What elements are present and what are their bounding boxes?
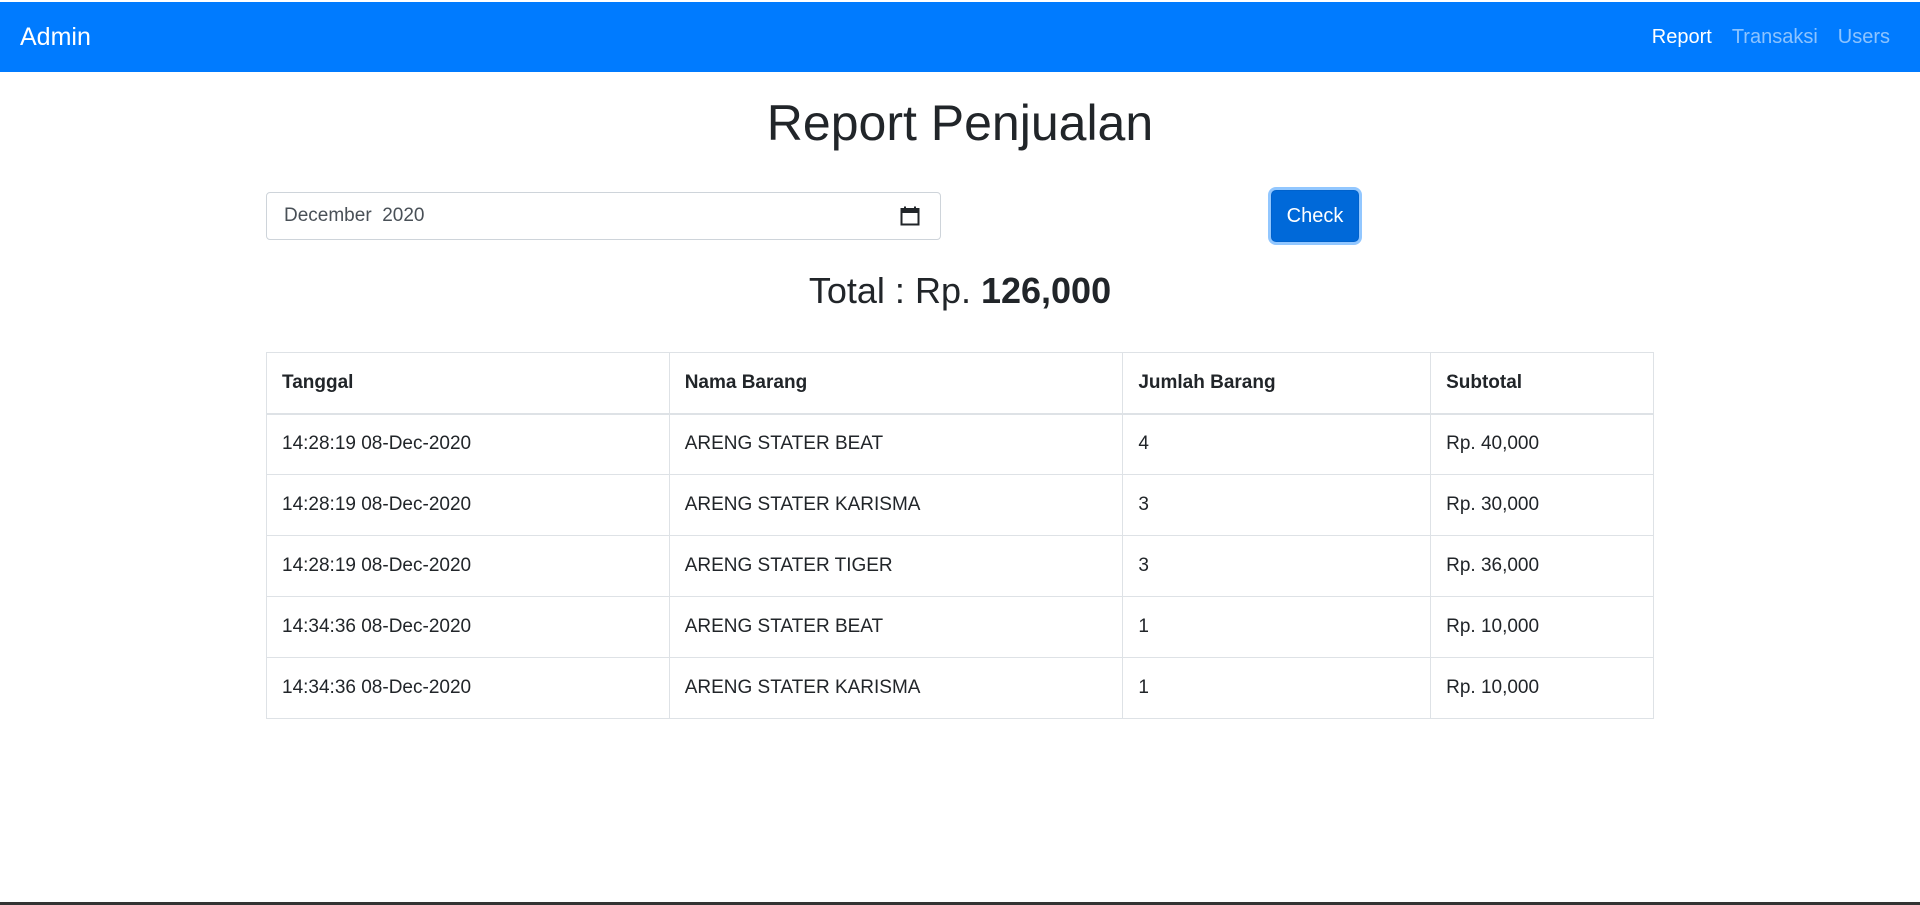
nav-link-users[interactable]: Users bbox=[1838, 26, 1890, 49]
navbar-brand[interactable]: Admin bbox=[20, 23, 91, 52]
cell-subtotal: Rp. 30,000 bbox=[1430, 474, 1654, 536]
total-label: Total : Rp. bbox=[808, 270, 981, 311]
nav-link-transaksi[interactable]: Transaksi bbox=[1732, 26, 1818, 49]
check-button[interactable]: Check bbox=[1271, 190, 1359, 242]
cell-subtotal: Rp. 10,000 bbox=[1430, 657, 1654, 719]
cell-nama-barang: ARENG STATER BEAT bbox=[668, 596, 1124, 658]
cell-tanggal: 14:28:19 08-Dec-2020 bbox=[266, 535, 670, 597]
cell-tanggal: 14:28:19 08-Dec-2020 bbox=[266, 413, 670, 475]
cell-jumlah-barang: 3 bbox=[1122, 535, 1432, 597]
cell-jumlah-barang: 3 bbox=[1122, 474, 1432, 536]
header-jumlah-barang: Jumlah Barang bbox=[1122, 352, 1432, 415]
month-input[interactable]: December 2020 bbox=[266, 192, 941, 240]
cell-jumlah-barang: 4 bbox=[1122, 413, 1432, 475]
navbar-links: Report Transaksi Users bbox=[1652, 26, 1900, 49]
header-tanggal: Tanggal bbox=[266, 352, 670, 415]
report-table: Tanggal Nama Barang Jumlah Barang Subtot… bbox=[266, 352, 1654, 719]
table-row: 14:28:19 08-Dec-2020 ARENG STATER KARISM… bbox=[266, 474, 1654, 536]
cell-tanggal: 14:28:19 08-Dec-2020 bbox=[266, 474, 670, 536]
calendar-icon[interactable] bbox=[900, 206, 920, 226]
month-input-value: December 2020 bbox=[284, 205, 425, 226]
cell-nama-barang: ARENG STATER TIGER bbox=[668, 535, 1124, 597]
navbar: Admin Report Transaksi Users bbox=[0, 2, 1920, 72]
header-subtotal: Subtotal bbox=[1430, 352, 1654, 415]
cell-subtotal: Rp. 40,000 bbox=[1430, 413, 1654, 475]
cell-subtotal: Rp. 36,000 bbox=[1430, 535, 1654, 597]
total-summary: Total : Rp. 126,000 bbox=[0, 270, 1920, 312]
table-row: 14:28:19 08-Dec-2020 ARENG STATER TIGER … bbox=[266, 535, 1654, 597]
cell-nama-barang: ARENG STATER KARISMA bbox=[668, 474, 1124, 536]
cell-jumlah-barang: 1 bbox=[1122, 657, 1432, 719]
table-row: 14:28:19 08-Dec-2020 ARENG STATER BEAT 4… bbox=[266, 413, 1654, 475]
nav-link-report[interactable]: Report bbox=[1652, 26, 1712, 49]
cell-subtotal: Rp. 10,000 bbox=[1430, 596, 1654, 658]
table-row: 14:34:36 08-Dec-2020 ARENG STATER KARISM… bbox=[266, 657, 1654, 719]
cell-tanggal: 14:34:36 08-Dec-2020 bbox=[266, 657, 670, 719]
cell-tanggal: 14:34:36 08-Dec-2020 bbox=[266, 596, 670, 658]
page-title: Report Penjualan bbox=[766, 95, 1154, 151]
header-nama-barang: Nama Barang bbox=[668, 352, 1124, 415]
cell-nama-barang: ARENG STATER BEAT bbox=[668, 413, 1124, 475]
table-row: 14:34:36 08-Dec-2020 ARENG STATER BEAT 1… bbox=[266, 596, 1654, 658]
cell-nama-barang: ARENG STATER KARISMA bbox=[668, 657, 1124, 719]
cell-jumlah-barang: 1 bbox=[1122, 596, 1432, 658]
table-header-row: Tanggal Nama Barang Jumlah Barang Subtot… bbox=[266, 352, 1654, 415]
total-value: 126,000 bbox=[980, 270, 1112, 311]
